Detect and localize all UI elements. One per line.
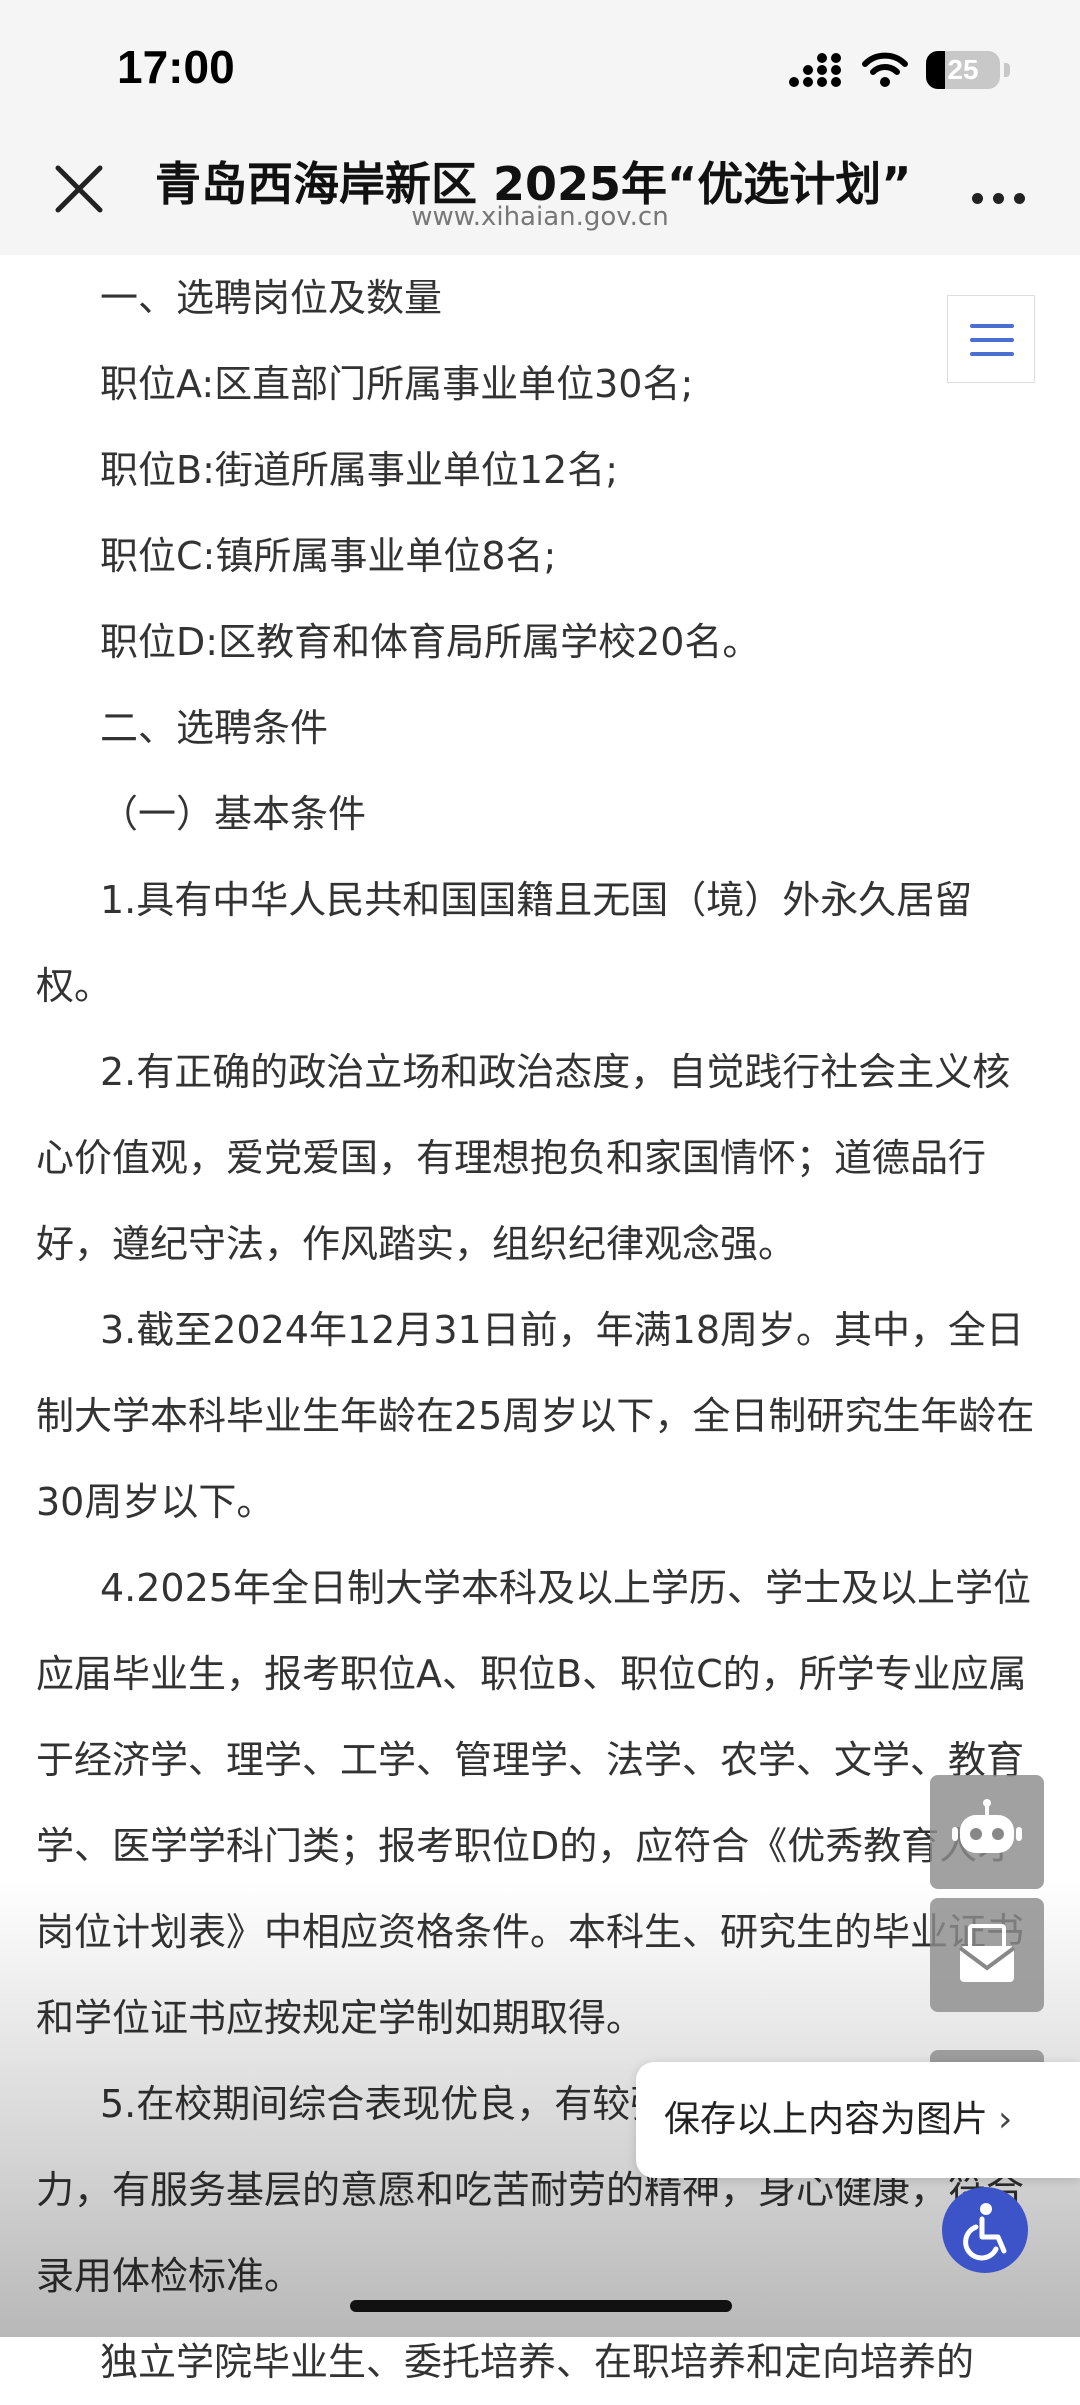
message-button[interactable] <box>930 1898 1044 2012</box>
article-paragraph: 独立学院毕业生、委托培养、在职培养和定向培养的 <box>100 2340 975 2384</box>
status-icons: 25 <box>788 48 1010 92</box>
battery-text: 25 <box>947 54 979 85</box>
more-dot <box>993 192 1004 204</box>
status-bar: 17:00 25 <box>0 0 1080 130</box>
signal-icon <box>789 53 841 87</box>
toc-list-icon[interactable] <box>947 295 1035 383</box>
page-domain: www.xihaian.gov.cn <box>411 202 669 232</box>
article-paragraph: 4.2025年全日制大学本科及以上学历、学士及以上学位应届毕业生，报考职位A、职… <box>36 1566 1031 2040</box>
nav-bar: 青岛西海岸新区 2025年“优选计划” www.xihaian.gov.cn <box>0 130 1080 255</box>
article-paragraph: 3.截至2024年12月31日前，年满18周岁。其中，全日制大学本科毕业生年龄在… <box>36 1308 1035 1524</box>
battery-icon: 25 <box>926 51 1000 89</box>
article-paragraph: 1.具有中华人民共和国国籍且无国（境）外永久居留权。 <box>36 878 973 1008</box>
section-heading: 二、选聘条件 <box>100 706 329 750</box>
list-line <box>970 352 1014 356</box>
accessibility-icon <box>963 2203 1007 2261</box>
mail-icon <box>958 1924 1016 1982</box>
save-as-image-button[interactable]: 保存以上内容为图片 › <box>636 2062 1080 2178</box>
robot-assistant-button[interactable] <box>930 1775 1044 1889</box>
battery-cap <box>1004 63 1010 77</box>
save-as-image-label: 保存以上内容为图片 <box>664 2099 989 2140</box>
section-heading: 一、选聘岗位及数量 <box>100 276 443 320</box>
robot-icon <box>952 1799 1022 1853</box>
chevron-right-icon: › <box>998 2099 1013 2140</box>
accessibility-button[interactable] <box>942 2187 1028 2273</box>
list-line <box>970 324 1014 328</box>
more-dot <box>1014 192 1025 204</box>
list-line <box>970 338 1014 342</box>
more-options-icon[interactable] <box>972 188 1032 208</box>
article-paragraph: 职位D:区教育和体育局所属学校20名。 <box>100 620 761 664</box>
article-paragraph: 2.有正确的政治立场和政治态度，自觉践行社会主义核心价值观，爱党爱国，有理想抱负… <box>36 1050 1011 1266</box>
article-paragraph: 职位C:镇所属事业单位8名; <box>100 534 557 578</box>
home-indicator <box>350 2300 732 2312</box>
more-dot <box>972 192 983 204</box>
article-paragraph: 职位B:街道所属事业单位12名; <box>100 448 619 492</box>
wifi-icon <box>862 52 908 87</box>
status-time: 17:00 <box>117 41 235 93</box>
article-paragraph: 职位A:区直部门所属事业单位30名; <box>100 362 694 406</box>
subsection-heading: （一）基本条件 <box>100 792 367 836</box>
